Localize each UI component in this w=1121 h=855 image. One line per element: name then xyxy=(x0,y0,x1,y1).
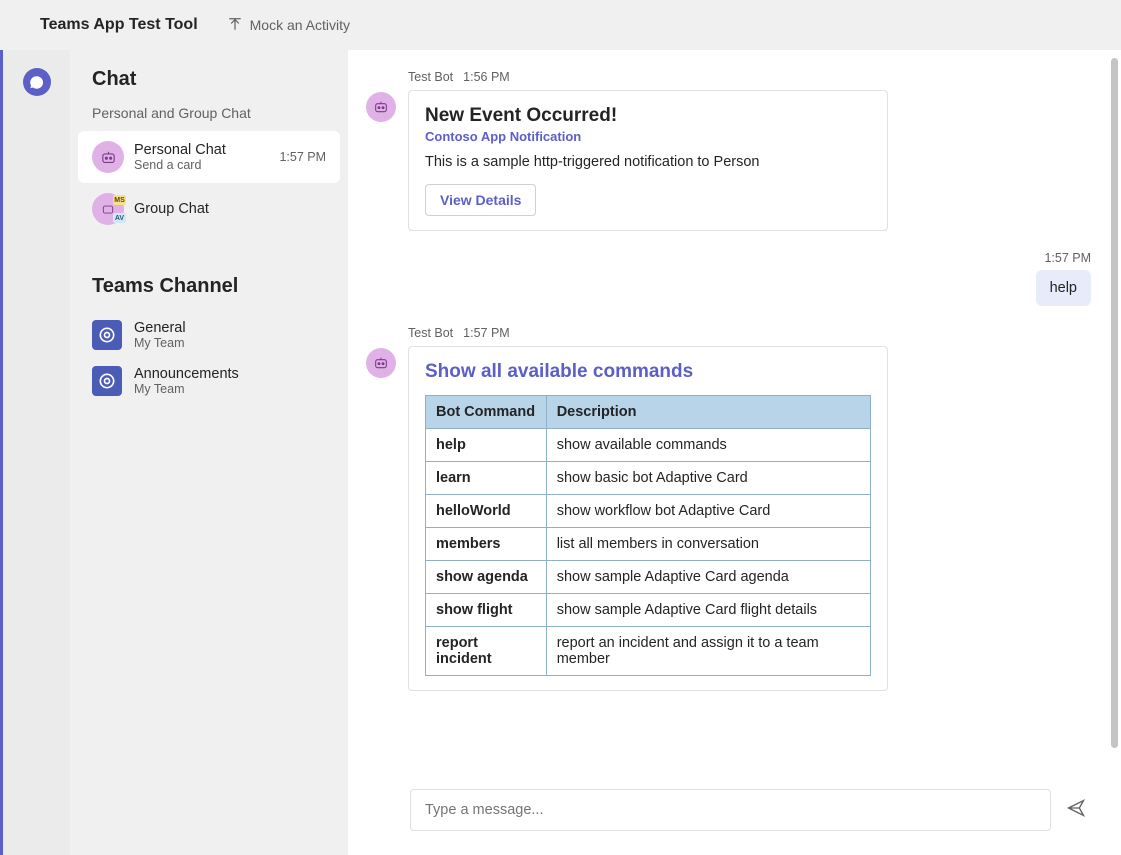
scrollbar[interactable] xyxy=(1111,58,1118,748)
table-row: helpshow available commands xyxy=(426,429,871,462)
channel-list-item[interactable]: AnnouncementsMy Team xyxy=(70,358,348,404)
chat-item-subtitle: Send a card xyxy=(134,158,269,172)
message-sender: Test Bot xyxy=(408,70,453,84)
table-cell: show agenda xyxy=(426,561,547,594)
chat-list-item[interactable]: Personal ChatSend a card 1:57 PM xyxy=(78,131,340,183)
table-row: learnshow basic bot Adaptive Card xyxy=(426,462,871,495)
table-row: helloWorldshow workflow bot Adaptive Car… xyxy=(426,495,871,528)
table-cell: show available commands xyxy=(546,429,870,462)
channel-subtitle: My Team xyxy=(134,382,326,396)
chat-section-subtitle: Personal and Group Chat xyxy=(70,105,348,131)
chat-item-time: 1:57 PM xyxy=(279,150,326,164)
message-sender: Test Bot xyxy=(408,326,453,340)
app-rail xyxy=(0,50,70,855)
adaptive-card: New Event Occurred! Contoso App Notifica… xyxy=(408,90,888,231)
channel-name: General xyxy=(134,320,326,336)
card-title: New Event Occurred! xyxy=(425,105,871,127)
sidebar: Chat Personal and Group Chat Personal Ch… xyxy=(70,50,348,855)
chat-section-title: Chat xyxy=(70,68,348,105)
table-row: memberslist all members in conversation xyxy=(426,528,871,561)
table-row: show flightshow sample Adaptive Card fli… xyxy=(426,594,871,627)
channel-list-item[interactable]: GeneralMy Team xyxy=(70,312,348,358)
user-message: 1:57 PM help xyxy=(358,251,1091,306)
channel-subtitle: My Team xyxy=(134,336,326,350)
message-list: Test Bot 1:56 PM New Event Occurred! Con… xyxy=(348,50,1121,775)
adaptive-card: Show all available commands Bot CommandD… xyxy=(408,346,888,691)
card-body: This is a sample http-triggered notifica… xyxy=(425,154,871,170)
table-cell: list all members in conversation xyxy=(546,528,870,561)
composer xyxy=(410,789,1087,831)
message-time: 1:57 PM xyxy=(463,326,510,340)
view-details-button[interactable]: View Details xyxy=(425,184,536,216)
table-cell: report incident xyxy=(426,627,547,676)
send-button[interactable] xyxy=(1065,799,1087,821)
table-cell: show flight xyxy=(426,594,547,627)
commands-title: Show all available commands xyxy=(425,361,871,383)
table-header: Description xyxy=(546,396,870,429)
table-cell: help xyxy=(426,429,547,462)
table-cell: members xyxy=(426,528,547,561)
message-time: 1:57 PM xyxy=(1044,251,1091,265)
upload-icon xyxy=(228,17,242,34)
channel-avatar-icon xyxy=(92,366,122,396)
table-row: show agendashow sample Adaptive Card age… xyxy=(426,561,871,594)
bot-message: Test Bot 1:57 PM Show all available comm… xyxy=(358,326,1091,691)
bot-avatar-icon xyxy=(366,348,396,378)
message-input[interactable] xyxy=(410,789,1051,831)
chat-list-item[interactable]: MSAV Group Chat xyxy=(78,183,340,235)
table-cell: show workflow bot Adaptive Card xyxy=(546,495,870,528)
mock-activity-button[interactable]: Mock an Activity xyxy=(228,17,350,34)
table-cell: learn xyxy=(426,462,547,495)
bot-message: Test Bot 1:56 PM New Event Occurred! Con… xyxy=(358,70,1091,231)
commands-table: Bot CommandDescription helpshow availabl… xyxy=(425,395,871,676)
table-header: Bot Command xyxy=(426,396,547,429)
app-header: Teams App Test Tool Mock an Activity xyxy=(0,0,1121,50)
send-icon xyxy=(1066,798,1086,823)
channel-avatar-icon xyxy=(92,320,122,350)
table-cell: show basic bot Adaptive Card xyxy=(546,462,870,495)
bot-avatar-icon xyxy=(92,141,124,173)
chat-item-name: Group Chat xyxy=(134,201,326,217)
channel-section-title: Teams Channel xyxy=(70,275,348,312)
message-time: 1:56 PM xyxy=(463,70,510,84)
table-cell: show sample Adaptive Card agenda xyxy=(546,561,870,594)
chat-rail-icon[interactable] xyxy=(23,68,51,96)
bot-avatar-icon xyxy=(366,92,396,122)
chat-main: Test Bot 1:56 PM New Event Occurred! Con… xyxy=(348,50,1121,855)
table-cell: report an incident and assign it to a te… xyxy=(546,627,870,676)
table-cell: show sample Adaptive Card flight details xyxy=(546,594,870,627)
card-subtitle: Contoso App Notification xyxy=(425,129,871,144)
app-title: Teams App Test Tool xyxy=(40,16,198,34)
mock-activity-label: Mock an Activity xyxy=(250,17,350,33)
table-row: report incidentreport an incident and as… xyxy=(426,627,871,676)
channel-name: Announcements xyxy=(134,366,326,382)
chat-item-name: Personal Chat xyxy=(134,142,269,158)
group-avatar-icon: MSAV xyxy=(92,193,124,225)
table-cell: helloWorld xyxy=(426,495,547,528)
user-bubble: help xyxy=(1036,270,1091,306)
